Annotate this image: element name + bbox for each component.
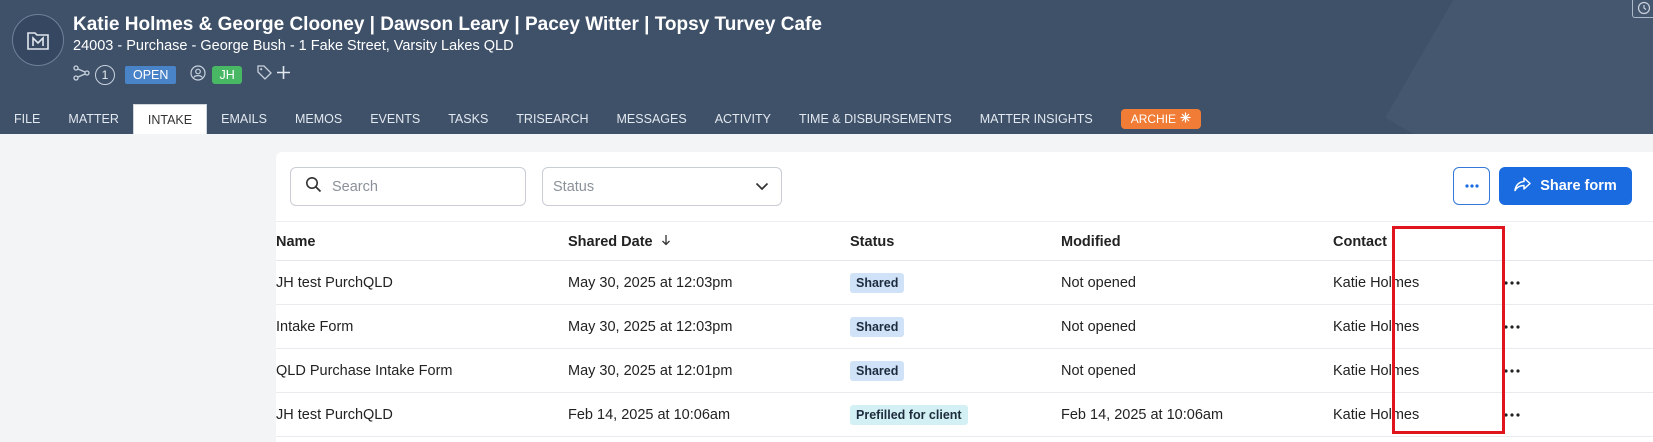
- tab-activity[interactable]: ACTIVITY: [701, 104, 785, 134]
- tab-matter-insights[interactable]: MATTER INSIGHTS: [966, 104, 1107, 134]
- contact-name: Katie Holmes: [1333, 407, 1420, 423]
- status-dropdown-placeholder: Status: [553, 178, 595, 195]
- column-contact-label: Contact: [1333, 234, 1387, 250]
- search-icon: [305, 176, 322, 198]
- search-box[interactable]: [290, 167, 526, 206]
- share-form-button[interactable]: Share form: [1499, 167, 1632, 205]
- form-name[interactable]: JH test PurchQLD: [276, 275, 393, 291]
- form-name[interactable]: JH test PurchQLD: [276, 407, 393, 423]
- add-tag-icon[interactable]: [276, 65, 291, 85]
- status-badge[interactable]: OPEN: [125, 66, 177, 84]
- related-count[interactable]: 1: [95, 65, 115, 85]
- tab-tasks[interactable]: TASKS: [434, 104, 502, 134]
- row-actions-icon[interactable]: [1504, 281, 1520, 285]
- more-icon: [1464, 184, 1479, 188]
- more-options-button[interactable]: [1453, 167, 1490, 205]
- status-pill: Shared: [850, 273, 905, 293]
- column-header-name[interactable]: Name: [276, 234, 316, 250]
- column-header-status[interactable]: Status: [850, 234, 894, 250]
- chevron-down-icon: [755, 179, 769, 195]
- tag-icon[interactable]: [256, 64, 273, 86]
- tab-trisearch[interactable]: TRISEARCH: [502, 104, 602, 134]
- shared-date: May 30, 2025 at 12:01pm: [568, 363, 733, 379]
- form-name[interactable]: Intake Form: [276, 319, 353, 335]
- table-row[interactable]: Intake Form May 30, 2025 at 12:03pm Shar…: [276, 305, 1653, 349]
- column-header-modified[interactable]: Modified: [1061, 234, 1121, 250]
- column-header-shared-date[interactable]: Shared Date: [568, 234, 671, 250]
- share-form-label: Share form: [1540, 178, 1617, 194]
- table-header: Name Shared Date Status Modified Contact: [276, 221, 1653, 261]
- tab-intake[interactable]: INTAKE: [132, 104, 208, 134]
- search-input[interactable]: [332, 178, 502, 195]
- archie-label: ARCHIE: [1130, 112, 1177, 126]
- sort-down-arrow-icon: [661, 234, 671, 250]
- matter-title: Katie Holmes & George Clooney | Dawson L…: [73, 14, 822, 35]
- row-actions-icon[interactable]: [1504, 369, 1520, 373]
- tab-messages[interactable]: MESSAGES: [603, 104, 701, 134]
- modified-date: Feb 14, 2025 at 10:06am: [1061, 407, 1224, 423]
- status-dropdown[interactable]: Status: [542, 167, 782, 206]
- table-row[interactable]: JH test PurchQLD May 30, 2025 at 12:03pm…: [276, 261, 1653, 305]
- matter-header: Katie Holmes & George Clooney | Dawson L…: [0, 0, 1653, 134]
- row-actions-icon[interactable]: [1504, 325, 1520, 329]
- row-actions-icon[interactable]: [1504, 413, 1520, 417]
- shared-date: Feb 14, 2025 at 10:06am: [568, 407, 731, 423]
- form-name[interactable]: QLD Purchase Intake Form: [276, 363, 453, 379]
- tab-memos[interactable]: MEMOS: [281, 104, 356, 134]
- status-pill: Shared: [850, 361, 905, 381]
- matter-subtitle: 24003 - Purchase - George Bush - 1 Fake …: [73, 38, 514, 54]
- sparkle-icon: [1180, 112, 1191, 126]
- share-icon: [1514, 176, 1531, 196]
- contact-name: Katie Holmes: [1333, 363, 1420, 379]
- tab-emails[interactable]: EMAILS: [207, 104, 281, 134]
- tab-archie[interactable]: ARCHIE: [1120, 109, 1202, 129]
- modified-date: Not opened: [1061, 319, 1136, 335]
- status-pill: Prefilled for client: [850, 405, 968, 425]
- shared-date: May 30, 2025 at 12:03pm: [568, 275, 733, 291]
- tab-events[interactable]: EVENTS: [356, 104, 434, 134]
- user-icon: [190, 64, 207, 86]
- column-modified-label: Modified: [1061, 234, 1121, 250]
- matter-tabs: FILE MATTER INTAKE EMAILS MEMOS EVENTS T…: [0, 104, 1202, 134]
- history-icon[interactable]: [1632, 0, 1653, 18]
- tab-time-disbursements[interactable]: TIME & DISBURSEMENTS: [785, 104, 966, 134]
- tab-file[interactable]: FILE: [0, 104, 54, 134]
- matter-meta-row: 1 OPEN JH: [73, 64, 291, 86]
- column-status-label: Status: [850, 234, 895, 250]
- assignee-badge[interactable]: JH: [212, 66, 242, 84]
- table-row[interactable]: QLD Purchase Intake Form May 30, 2025 at…: [276, 349, 1653, 393]
- column-name-label: Name: [276, 234, 316, 250]
- intake-forms-panel: Status Share form Name Shared Date: [276, 152, 1653, 442]
- column-shared-date-label: Shared Date: [568, 234, 653, 250]
- related-matters-icon[interactable]: [73, 64, 91, 86]
- column-header-contact[interactable]: Contact: [1333, 234, 1387, 250]
- modified-date: Not opened: [1061, 275, 1136, 291]
- contact-name: Katie Holmes: [1333, 275, 1420, 291]
- status-pill: Shared: [850, 317, 905, 337]
- contact-name: Katie Holmes: [1333, 319, 1420, 335]
- header-decoration: [1385, 0, 1653, 134]
- shared-date: May 30, 2025 at 12:03pm: [568, 319, 733, 335]
- modified-date: Not opened: [1061, 363, 1136, 379]
- table-row[interactable]: JH test PurchQLD Feb 14, 2025 at 10:06am…: [276, 393, 1653, 437]
- tab-matter[interactable]: MATTER: [54, 104, 132, 134]
- matter-logo-icon[interactable]: [12, 14, 64, 66]
